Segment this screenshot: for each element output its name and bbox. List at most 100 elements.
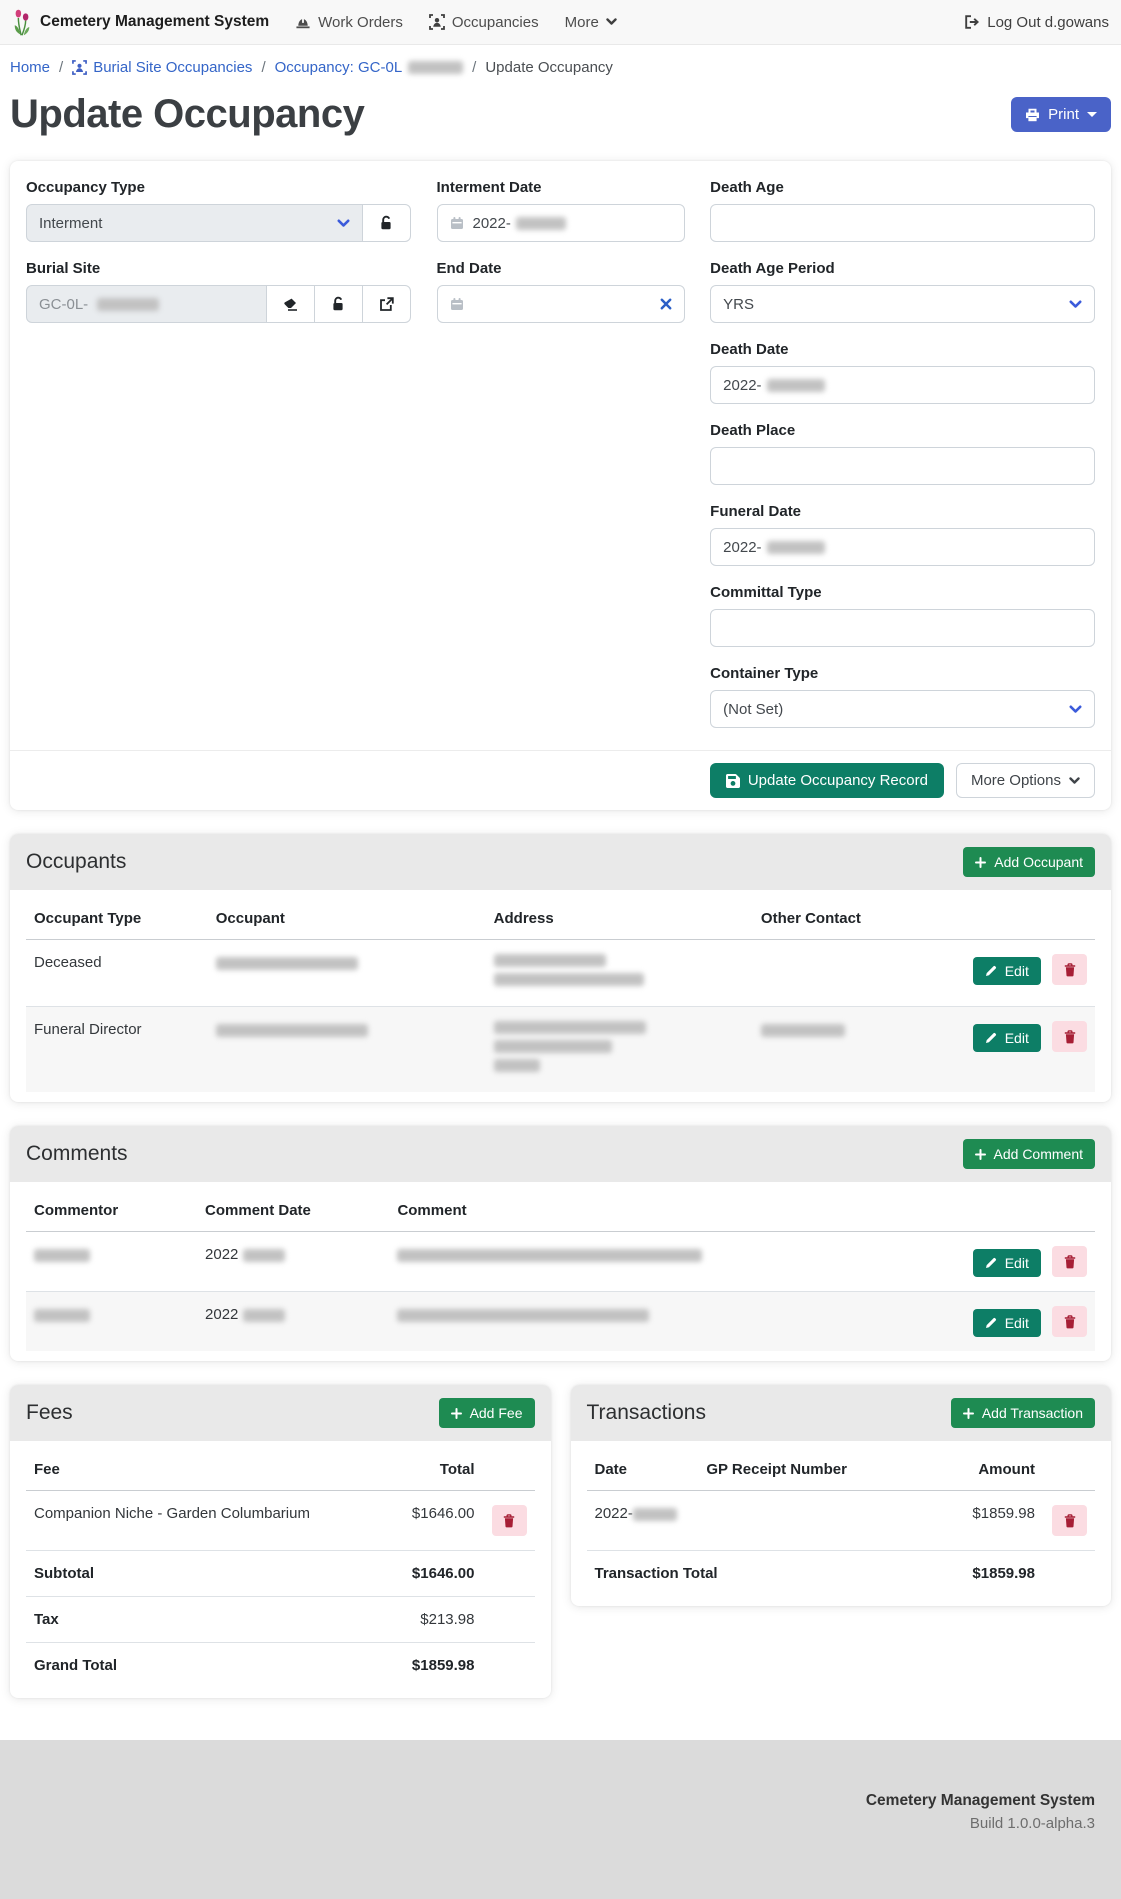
delete-occupant-button[interactable]	[1052, 1021, 1087, 1052]
chevron-down-icon	[1069, 300, 1082, 309]
field-burial-site: Burial Site GC-0L-	[26, 260, 411, 323]
logout-label: Log Out d.gowans	[987, 14, 1109, 31]
add-occupant-button[interactable]: Add Occupant	[963, 847, 1095, 877]
print-button[interactable]: Print	[1011, 97, 1111, 132]
burial-site-clear-button[interactable]	[266, 285, 315, 323]
nav-more[interactable]: More	[565, 14, 617, 31]
sign-out-icon	[964, 15, 980, 29]
edit-occupant-button[interactable]: Edit	[973, 957, 1041, 985]
transactions-body: Date GP Receipt Number Amount 2022-	[571, 1441, 1112, 1606]
delete-occupant-button[interactable]	[1052, 954, 1087, 985]
transaction-date-prefix: 2022-	[595, 1505, 633, 1522]
app-brand[interactable]: Cemetery Management System	[12, 8, 269, 37]
transactions-header: Transactions Add Transaction	[571, 1385, 1112, 1441]
fee-total-cell: $1646.00	[386, 1491, 483, 1551]
death-age-period-select[interactable]: YRS	[710, 285, 1095, 323]
nav-occupancies[interactable]: Occupancies	[429, 14, 539, 31]
page-footer: Cemetery Management System Build 1.0.0-a…	[0, 1740, 1121, 1899]
grand-total-label: Grand Total	[26, 1643, 386, 1689]
edit-comment-label: Edit	[1005, 1315, 1029, 1331]
commentor-cell	[26, 1292, 197, 1352]
add-transaction-button[interactable]: Add Transaction	[951, 1398, 1095, 1428]
chevron-down-icon	[1069, 777, 1080, 785]
breadcrumb-occupancy[interactable]: Occupancy: GC-0L	[275, 59, 464, 76]
redacted-text	[494, 973, 644, 986]
end-date-input[interactable]	[437, 285, 685, 323]
committal-type-input[interactable]	[710, 609, 1095, 647]
death-place-input[interactable]	[710, 447, 1095, 485]
delete-fee-button[interactable]	[492, 1505, 527, 1536]
occupants-card: Occupants Add Occupant Occupant Type Occ…	[10, 834, 1111, 1102]
edit-comment-button[interactable]: Edit	[973, 1309, 1041, 1337]
burial-site-unlock-button[interactable]	[314, 285, 363, 323]
field-interment-date: Interment Date 2022-	[437, 179, 685, 242]
trash-icon	[1064, 1315, 1076, 1329]
nav-work-orders[interactable]: Work Orders	[295, 14, 403, 31]
transaction-actions-cell	[1043, 1491, 1095, 1551]
container-type-select[interactable]: (Not Set)	[710, 690, 1095, 728]
comment-row: 2022 Edit	[26, 1292, 1095, 1352]
breadcrumb-burial-label: Burial Site Occupancies	[93, 59, 252, 76]
burial-site-open-button[interactable]	[362, 285, 411, 323]
more-options-button[interactable]: More Options	[956, 763, 1095, 798]
field-container-type: Container Type (Not Set)	[710, 665, 1095, 728]
save-icon	[726, 774, 740, 788]
more-options-label: More Options	[971, 772, 1061, 789]
logout-link[interactable]: Log Out d.gowans	[964, 14, 1109, 31]
transactions-col-amount: Amount	[902, 1449, 1043, 1491]
redacted-text	[761, 1024, 845, 1037]
edit-comment-button[interactable]: Edit	[973, 1249, 1041, 1277]
comment-row: 2022 Edit	[26, 1232, 1095, 1292]
committal-type-label: Committal Type	[710, 584, 1095, 601]
comments-body: Commentor Comment Date Comment 2022	[10, 1182, 1111, 1361]
death-date-input[interactable]: 2022-	[710, 366, 1095, 404]
breadcrumb-burial-site-occupancies[interactable]: Burial Site Occupancies	[72, 59, 252, 76]
fees-transactions-row: Fees Add Fee Fee Total	[10, 1385, 1111, 1722]
fee-actions-cell	[483, 1491, 535, 1551]
calendar-icon	[450, 297, 464, 311]
add-transaction-label: Add Transaction	[982, 1405, 1083, 1421]
calendar-icon	[450, 216, 464, 230]
comment-text-cell	[389, 1292, 934, 1352]
fees-title: Fees	[26, 1401, 73, 1425]
breadcrumb-separator: /	[472, 59, 476, 76]
update-occupancy-record-button[interactable]: Update Occupancy Record	[710, 763, 944, 798]
add-comment-button[interactable]: Add Comment	[963, 1139, 1095, 1169]
pencil-icon	[985, 965, 997, 977]
transaction-row: 2022- $1859.98	[587, 1491, 1096, 1551]
redacted-text	[397, 1249, 702, 1262]
field-death-place: Death Place	[710, 422, 1095, 485]
funeral-date-value: 2022-	[723, 539, 761, 556]
death-age-input[interactable]	[710, 204, 1095, 242]
transaction-amount-cell: $1859.98	[902, 1491, 1043, 1551]
caret-down-icon	[1087, 112, 1097, 117]
redacted-text	[34, 1249, 90, 1262]
occupancy-type-select[interactable]: Interment	[26, 204, 363, 242]
comments-header: Comments Add Comment	[10, 1126, 1111, 1182]
field-committal-type: Committal Type	[710, 584, 1095, 647]
empty-cell	[483, 1551, 535, 1597]
delete-comment-button[interactable]	[1052, 1246, 1087, 1277]
funeral-date-input[interactable]: 2022-	[710, 528, 1095, 566]
clear-x-icon[interactable]	[660, 298, 672, 310]
occupancy-type-unlock-button[interactable]	[362, 204, 411, 242]
delete-transaction-button[interactable]	[1052, 1505, 1087, 1536]
comment-date-prefix: 2022	[205, 1246, 238, 1263]
add-fee-button[interactable]: Add Fee	[439, 1398, 535, 1428]
breadcrumb-home[interactable]: Home	[10, 59, 50, 76]
edit-occupant-button[interactable]: Edit	[973, 1024, 1041, 1052]
occupants-col-type: Occupant Type	[26, 898, 208, 940]
redacted-text	[767, 541, 825, 554]
commentor-cell	[26, 1232, 197, 1292]
tax-label: Tax	[26, 1597, 386, 1643]
fees-col-actions	[483, 1449, 535, 1491]
edit-comment-label: Edit	[1005, 1255, 1029, 1271]
occupant-address-cell	[486, 940, 753, 1007]
occupants-col-other: Other Contact	[753, 898, 935, 940]
interment-date-input[interactable]: 2022-	[437, 204, 685, 242]
delete-comment-button[interactable]	[1052, 1306, 1087, 1337]
occupancies-icon	[429, 14, 445, 30]
occupant-other-contact-cell	[753, 1007, 935, 1093]
comments-col-date: Comment Date	[197, 1190, 389, 1232]
pencil-icon	[985, 1317, 997, 1329]
